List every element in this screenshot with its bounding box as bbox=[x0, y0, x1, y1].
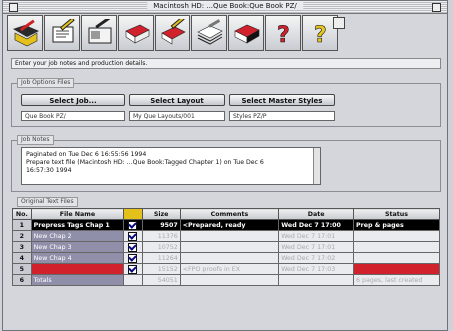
row-comments: <Prepared, ready bbox=[179, 219, 280, 231]
row-date: Wed Dec 7 17:01 bbox=[278, 230, 355, 242]
row-date: Wed Dec 7 17:00 bbox=[278, 219, 355, 231]
job-notes-line: Prepare text file (Macintosh HD: ...Que … bbox=[26, 159, 264, 166]
row-date: Wed Dec 7 17:01 bbox=[278, 241, 355, 253]
row-status bbox=[353, 241, 440, 253]
zoom-box[interactable] bbox=[432, 3, 441, 12]
select-master-styles-button[interactable]: Select Master Styles bbox=[229, 94, 335, 106]
svg-text:?: ? bbox=[277, 23, 290, 47]
row-status bbox=[353, 252, 440, 264]
table-row[interactable]: 3 New Chap 3 10752 Wed Dec 7 17:01 bbox=[12, 241, 440, 253]
row-ok-checkbox[interactable] bbox=[123, 252, 143, 264]
table-row[interactable]: 6 Totals 54051 6 pages, last created bbox=[12, 274, 440, 286]
row-date bbox=[278, 274, 355, 286]
row-size: 11264 bbox=[141, 252, 181, 264]
close-box[interactable] bbox=[9, 3, 18, 12]
job-notes-line: 16:57:30 1994 bbox=[26, 167, 72, 174]
master-styles-path-field[interactable]: Styles PZ/P bbox=[229, 111, 335, 121]
table-row[interactable]: 5 15152 <FPO proofs in EX Wed Dec 7 17:0… bbox=[12, 263, 440, 275]
row-status bbox=[353, 263, 440, 275]
page-stack-icon[interactable] bbox=[191, 15, 228, 51]
row-date: Wed Dec 7 17:02 bbox=[278, 252, 355, 264]
notes-scrollbar[interactable] bbox=[313, 148, 320, 184]
row-size: 11376 bbox=[141, 230, 181, 242]
row-size: 9507 bbox=[141, 219, 181, 231]
checkbox-icon[interactable] bbox=[128, 242, 138, 252]
checkbox-icon[interactable] bbox=[128, 253, 138, 263]
checkbox-icon[interactable] bbox=[128, 231, 138, 241]
collapse-box[interactable] bbox=[333, 17, 345, 29]
row-comments bbox=[179, 252, 280, 264]
row-number: 6 bbox=[12, 274, 32, 286]
svg-text:?: ? bbox=[314, 23, 327, 47]
job-notes-line: Paginated on Tue Dec 6 16:55:56 1994 bbox=[26, 151, 147, 158]
row-file-name: Prepress Tags Chap 1 bbox=[30, 219, 125, 231]
job-path-field[interactable]: Que Book PZ/ bbox=[21, 111, 125, 121]
header-number[interactable]: No. bbox=[12, 208, 32, 220]
main-window: Macintosh HD: ...Que Book:Que Book PZ/ ?… bbox=[2, 0, 448, 331]
row-comments: <FPO proofs in EX bbox=[179, 263, 280, 275]
header-date[interactable]: Date bbox=[278, 208, 355, 220]
row-number: 4 bbox=[12, 252, 32, 264]
red-book-pencil-icon[interactable] bbox=[154, 15, 191, 51]
row-file-name: Totals bbox=[30, 274, 125, 286]
row-number: 1 bbox=[12, 219, 32, 231]
row-ok-checkbox[interactable] bbox=[123, 219, 143, 231]
select-job-button[interactable]: Select Job... bbox=[21, 94, 125, 106]
row-status bbox=[353, 230, 440, 242]
text-files-table: No. File Name OK Size Comments Date Stat… bbox=[12, 208, 440, 286]
red-book-disk-icon[interactable] bbox=[228, 15, 265, 51]
row-size: 54051 bbox=[141, 274, 181, 286]
row-ok-checkbox[interactable] bbox=[123, 263, 143, 275]
row-file-name: New Chap 4 bbox=[30, 252, 125, 264]
title-bar[interactable]: Macintosh HD: ...Que Book:Que Book PZ/ bbox=[3, 1, 447, 14]
row-number: 3 bbox=[12, 241, 32, 253]
question-red-icon[interactable]: ? bbox=[265, 15, 302, 51]
row-ok-checkbox[interactable] bbox=[123, 241, 143, 253]
text-files-label: Original Text Files bbox=[17, 197, 78, 207]
checkbox-icon[interactable] bbox=[128, 264, 138, 274]
select-layout-button[interactable]: Select Layout bbox=[129, 94, 225, 106]
row-ok-checkbox bbox=[123, 274, 143, 286]
instruction-bar: Enter your job notes and production deta… bbox=[11, 58, 441, 69]
row-ok-checkbox[interactable] bbox=[123, 230, 143, 242]
row-size: 10752 bbox=[141, 241, 181, 253]
table-row[interactable]: 4 New Chap 4 11264 Wed Dec 7 17:02 bbox=[12, 252, 440, 264]
table-header-row: No. File Name OK Size Comments Date Stat… bbox=[12, 208, 440, 220]
job-options-label: Job Options Files bbox=[17, 78, 75, 88]
red-book-icon[interactable] bbox=[117, 15, 154, 51]
window-title: Macintosh HD: ...Que Book:Que Book PZ/ bbox=[147, 2, 303, 10]
row-file-name: New Chap 3 bbox=[30, 241, 125, 253]
row-status: Prep & pages bbox=[353, 219, 440, 231]
row-size: 15152 bbox=[141, 263, 181, 275]
document-pen-icon[interactable] bbox=[80, 15, 117, 51]
checkbox-icon[interactable] bbox=[128, 220, 138, 230]
open-folder-pencil-icon[interactable] bbox=[7, 15, 43, 51]
row-comments bbox=[179, 230, 280, 242]
table-row[interactable]: 1 Prepress Tags Chap 1 9507 <Prepared, r… bbox=[12, 219, 440, 231]
header-status[interactable]: Status bbox=[353, 208, 440, 220]
job-notes-label: Job Notes bbox=[17, 135, 54, 145]
row-number: 2 bbox=[12, 230, 32, 242]
row-status: 6 pages, last created bbox=[353, 274, 440, 286]
row-date: Wed Dec 7 17:03 bbox=[278, 263, 355, 275]
job-notes-textarea[interactable]: Paginated on Tue Dec 6 16:55:56 1994 Pre… bbox=[21, 147, 321, 185]
header-size[interactable]: Size bbox=[141, 208, 181, 220]
page-pencil-icon[interactable] bbox=[43, 15, 80, 51]
toolbar: ? ? bbox=[7, 15, 339, 53]
header-file-name[interactable]: File Name bbox=[30, 208, 125, 220]
row-number: 5 bbox=[12, 263, 32, 275]
row-file-name: New Chap 2 bbox=[30, 230, 125, 242]
header-ok[interactable]: OK bbox=[123, 208, 143, 220]
row-comments bbox=[179, 241, 280, 253]
row-comments bbox=[179, 274, 280, 286]
table-row[interactable]: 2 New Chap 2 11376 Wed Dec 7 17:01 bbox=[12, 230, 440, 242]
header-comments[interactable]: Comments bbox=[179, 208, 280, 220]
row-file-name bbox=[30, 263, 125, 275]
layout-path-field[interactable]: My Que Layouts/001 bbox=[129, 111, 225, 121]
